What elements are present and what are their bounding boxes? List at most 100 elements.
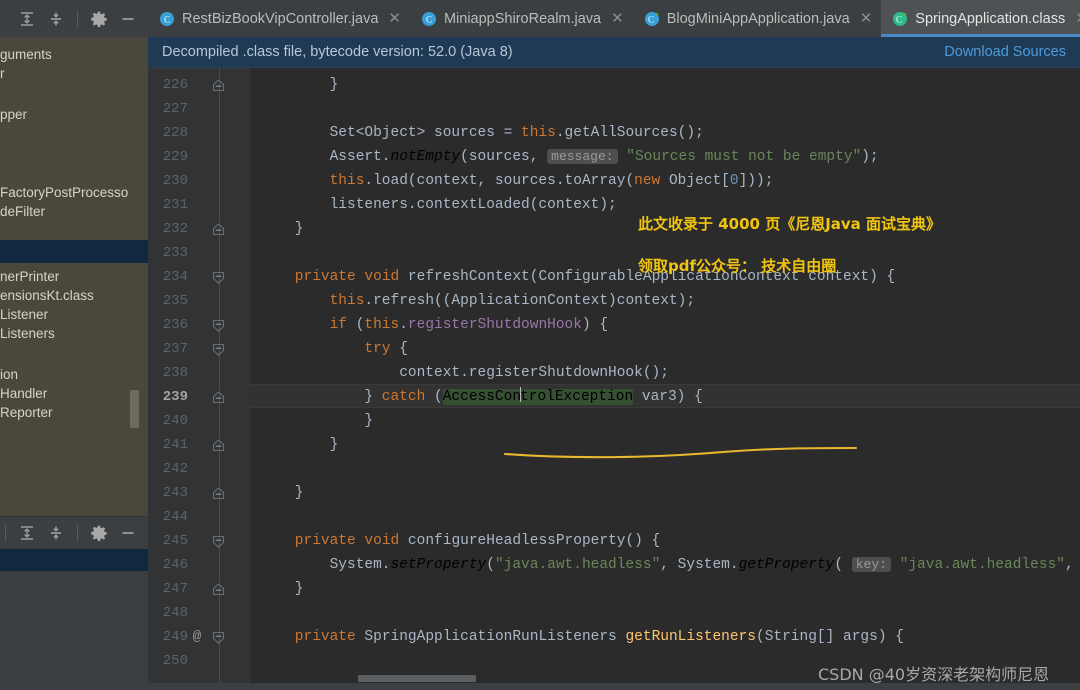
- editor-gutter[interactable]: 2262272282292302312322332342352362372382…: [148, 68, 250, 683]
- line-number: 229: [152, 145, 188, 169]
- code-line[interactable]: Set<Object> sources = this.getAllSources…: [330, 121, 704, 145]
- toolbar-divider: [5, 525, 6, 541]
- code-token: this: [521, 125, 556, 141]
- close-icon[interactable]: ✕: [388, 11, 401, 26]
- collapse-all-icon[interactable]: [46, 9, 66, 29]
- code-token: "java.awt.headless": [900, 557, 1065, 573]
- tree-item[interactable]: nerPrinter: [0, 267, 148, 286]
- code-token: (String[] args) {: [756, 629, 904, 645]
- hide-panel-icon[interactable]: [118, 523, 138, 543]
- fold-end-icon[interactable]: [212, 433, 226, 457]
- code-line[interactable]: listeners.contextLoaded(context);: [330, 193, 617, 217]
- code-line[interactable]: }: [330, 73, 339, 97]
- editor-hscrollbar-thumb[interactable]: [358, 675, 476, 682]
- tree-item[interactable]: Listener: [0, 305, 148, 324]
- hide-panel-icon[interactable]: [118, 9, 138, 29]
- sidebar-scrollbar-thumb[interactable]: [130, 390, 139, 428]
- code-line[interactable]: private SpringApplicationRunListeners ge…: [295, 625, 904, 649]
- fold-end-icon[interactable]: [212, 481, 226, 505]
- code-line[interactable]: private void configureHeadlessProperty()…: [295, 529, 660, 553]
- code-line[interactable]: System.setProperty("java.awt.headless", …: [330, 553, 1080, 577]
- close-icon[interactable]: ✕: [1075, 11, 1080, 26]
- code-token: configureHeadlessProperty() {: [399, 533, 660, 549]
- code-token: listeners.contextLoaded(context);: [330, 197, 617, 213]
- structure-tree[interactable]: guments r pper FactoryPostProcesso deFil…: [0, 37, 148, 516]
- annotation-gutter-icon[interactable]: @: [188, 625, 206, 649]
- code-token: AccessControlException: [443, 389, 633, 405]
- fold-start-icon[interactable]: [212, 265, 226, 289]
- code-line[interactable]: }: [330, 433, 339, 457]
- tree-item[interactable]: ensionsKt.class: [0, 286, 148, 305]
- expand-all-icon[interactable]: [17, 9, 37, 29]
- tree-item[interactable]: pper: [0, 105, 148, 124]
- lower-panel-selected-row[interactable]: [0, 549, 148, 571]
- code-line[interactable]: this.load(context, sources.toArray(new O…: [330, 169, 774, 193]
- fold-start-icon[interactable]: [212, 529, 226, 553]
- tree-item[interactable]: Handler: [0, 384, 148, 403]
- tree-item[interactable]: guments: [0, 45, 148, 64]
- code-content[interactable]: } Set<Object> sources = this.getAllSource…: [250, 68, 1080, 683]
- tree-item[interactable]: FactoryPostProcesso: [0, 183, 148, 202]
- code-token: [891, 557, 900, 573]
- code-line[interactable]: try {: [364, 337, 408, 361]
- code-token: void: [364, 533, 399, 549]
- code-editor[interactable]: 2262272282292302312322332342352362372382…: [148, 68, 1080, 683]
- fold-end-icon[interactable]: [212, 385, 226, 409]
- editor-tab-0[interactable]: C RestBizBookVipController.java ✕: [148, 0, 410, 37]
- editor-tab-label: BlogMiniAppApplication.java: [667, 11, 850, 27]
- code-token: private: [295, 269, 356, 285]
- line-number: 245: [152, 529, 188, 553]
- download-sources-link[interactable]: Download Sources: [944, 44, 1066, 60]
- code-line[interactable]: }: [295, 577, 304, 601]
- code-token: new: [634, 173, 660, 189]
- code-token: catch: [382, 389, 426, 405]
- close-icon[interactable]: ✕: [611, 11, 624, 26]
- line-number: 241: [152, 433, 188, 457]
- fold-end-icon[interactable]: [212, 73, 226, 97]
- code-token: SpringApplicationRunListeners: [356, 629, 626, 645]
- editor-tab-label: RestBizBookVipController.java: [182, 11, 378, 27]
- code-line[interactable]: } catch (AccessControlException var3) {: [364, 385, 702, 409]
- tree-item-selected[interactable]: [0, 240, 148, 263]
- code-token: getProperty: [739, 557, 835, 573]
- tree-item[interactable]: r: [0, 64, 148, 83]
- code-token: ) {: [582, 317, 608, 333]
- code-token: try: [364, 341, 390, 357]
- tree-item[interactable]: Reporter: [0, 403, 148, 422]
- code-line[interactable]: context.registerShutdownHook();: [399, 361, 669, 385]
- code-line[interactable]: }: [295, 481, 304, 505]
- settings-gear-icon[interactable]: [89, 9, 109, 29]
- line-number: 231: [152, 193, 188, 217]
- close-icon[interactable]: ✕: [860, 11, 873, 26]
- collapse-all-icon[interactable]: [46, 523, 66, 543]
- code-token: Set<Object> sources =: [330, 125, 521, 141]
- code-line[interactable]: Assert.notEmpty(sources, message: "Sourc…: [330, 145, 879, 169]
- code-token: registerShutdownHook: [408, 317, 582, 333]
- code-token: Object[: [660, 173, 730, 189]
- fold-start-icon[interactable]: [212, 337, 226, 361]
- code-token: context.registerShutdownHook();: [399, 365, 669, 381]
- fold-start-icon[interactable]: [212, 313, 226, 337]
- fold-end-icon[interactable]: [212, 577, 226, 601]
- line-number: 233: [152, 241, 188, 265]
- code-line[interactable]: this.refresh((ApplicationContext)context…: [330, 289, 695, 313]
- line-number: 243: [152, 481, 188, 505]
- code-token: this: [364, 317, 399, 333]
- code-token: {: [391, 341, 408, 357]
- expand-all-icon[interactable]: [17, 523, 37, 543]
- fold-end-icon[interactable]: [212, 217, 226, 241]
- tree-item[interactable]: Listeners: [0, 324, 148, 343]
- code-token: setProperty: [391, 557, 487, 573]
- code-line[interactable]: }: [295, 217, 304, 241]
- fold-start-icon[interactable]: [212, 625, 226, 649]
- code-line[interactable]: }: [364, 409, 373, 433]
- editor-tab-1[interactable]: C MiniappShiroRealm.java ✕: [410, 0, 633, 37]
- editor-tab-2[interactable]: C BlogMiniAppApplication.java ✕: [633, 0, 882, 37]
- editor-tab-3[interactable]: C SpringApplication.class ✕: [881, 0, 1080, 37]
- code-token: , System.: [660, 557, 738, 573]
- tree-item[interactable]: ion: [0, 365, 148, 384]
- settings-gear-icon[interactable]: [89, 523, 109, 543]
- code-line[interactable]: if (this.registerShutdownHook) {: [330, 313, 608, 337]
- code-token: }: [330, 77, 339, 93]
- tree-item[interactable]: deFilter: [0, 202, 148, 221]
